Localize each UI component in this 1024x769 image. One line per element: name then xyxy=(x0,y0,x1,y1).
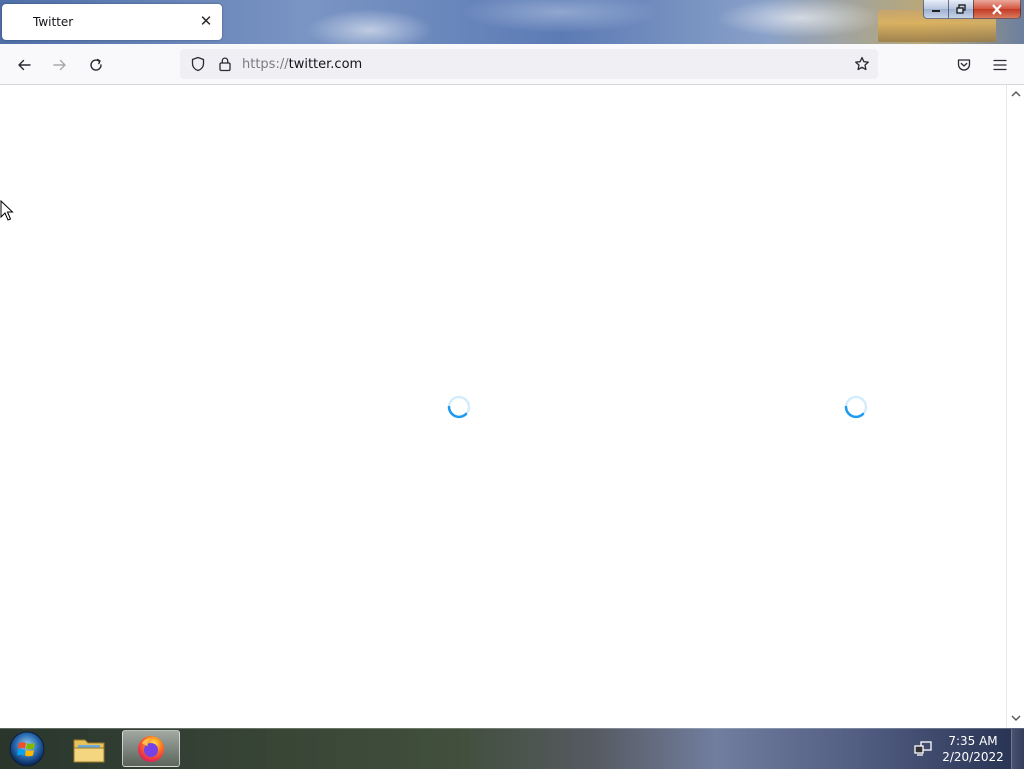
restore-button[interactable] xyxy=(948,0,974,19)
clock-date: 2/20/2022 xyxy=(942,750,1004,764)
start-button[interactable] xyxy=(4,730,50,767)
taskbar: 7:35 AM 2/20/2022 xyxy=(0,728,1024,769)
scroll-down-icon[interactable] xyxy=(1010,712,1022,724)
url-text[interactable]: https://twitter.com xyxy=(242,57,362,72)
navigation-toolbar: https://twitter.com xyxy=(0,44,1024,85)
close-window-button[interactable] xyxy=(973,0,1021,19)
lock-icon[interactable] xyxy=(218,56,232,72)
loading-spinner xyxy=(844,395,868,419)
clock-time: 7:35 AM xyxy=(948,734,998,748)
restore-icon xyxy=(956,4,966,14)
url-host: twitter.com xyxy=(288,57,363,72)
scroll-up-icon[interactable] xyxy=(1010,88,1022,100)
windows-logo-icon xyxy=(9,731,45,766)
reload-button[interactable] xyxy=(83,52,109,78)
url-bar[interactable]: https://twitter.com xyxy=(180,49,878,79)
system-clock[interactable]: 7:35 AM 2/20/2022 xyxy=(940,733,1006,765)
folder-icon xyxy=(73,739,105,762)
reload-icon xyxy=(90,58,102,71)
network-icon[interactable] xyxy=(914,741,932,757)
taskbar-firefox[interactable] xyxy=(122,730,180,767)
tab-title: Twitter xyxy=(33,15,74,29)
tab-twitter[interactable]: Twitter ✕ xyxy=(2,4,222,40)
arrow-left-icon xyxy=(18,59,31,71)
close-icon xyxy=(992,3,1002,15)
arrow-right-icon xyxy=(53,59,66,71)
mouse-cursor-icon xyxy=(0,200,14,221)
shield-icon[interactable] xyxy=(190,56,206,72)
star-icon[interactable] xyxy=(854,56,870,72)
pocket-icon xyxy=(957,59,971,71)
taskbar-file-explorer[interactable] xyxy=(64,730,114,767)
loading-spinner xyxy=(447,395,471,419)
forward-button[interactable] xyxy=(47,52,73,78)
minimize-button[interactable] xyxy=(923,0,949,19)
title-bar: Twitter ✕ xyxy=(0,0,1024,44)
show-desktop-button[interactable] xyxy=(1011,729,1024,769)
minimize-icon xyxy=(932,10,940,12)
page-content xyxy=(0,85,1006,728)
url-scheme: https:// xyxy=(242,57,289,72)
pocket-button[interactable] xyxy=(951,52,977,78)
vertical-scrollbar[interactable] xyxy=(1006,85,1024,728)
hamburger-menu-icon xyxy=(993,59,1007,71)
tab-close-icon[interactable]: ✕ xyxy=(198,13,214,29)
back-button[interactable] xyxy=(11,52,37,78)
firefox-icon xyxy=(138,735,164,762)
app-menu-button[interactable] xyxy=(987,52,1013,78)
